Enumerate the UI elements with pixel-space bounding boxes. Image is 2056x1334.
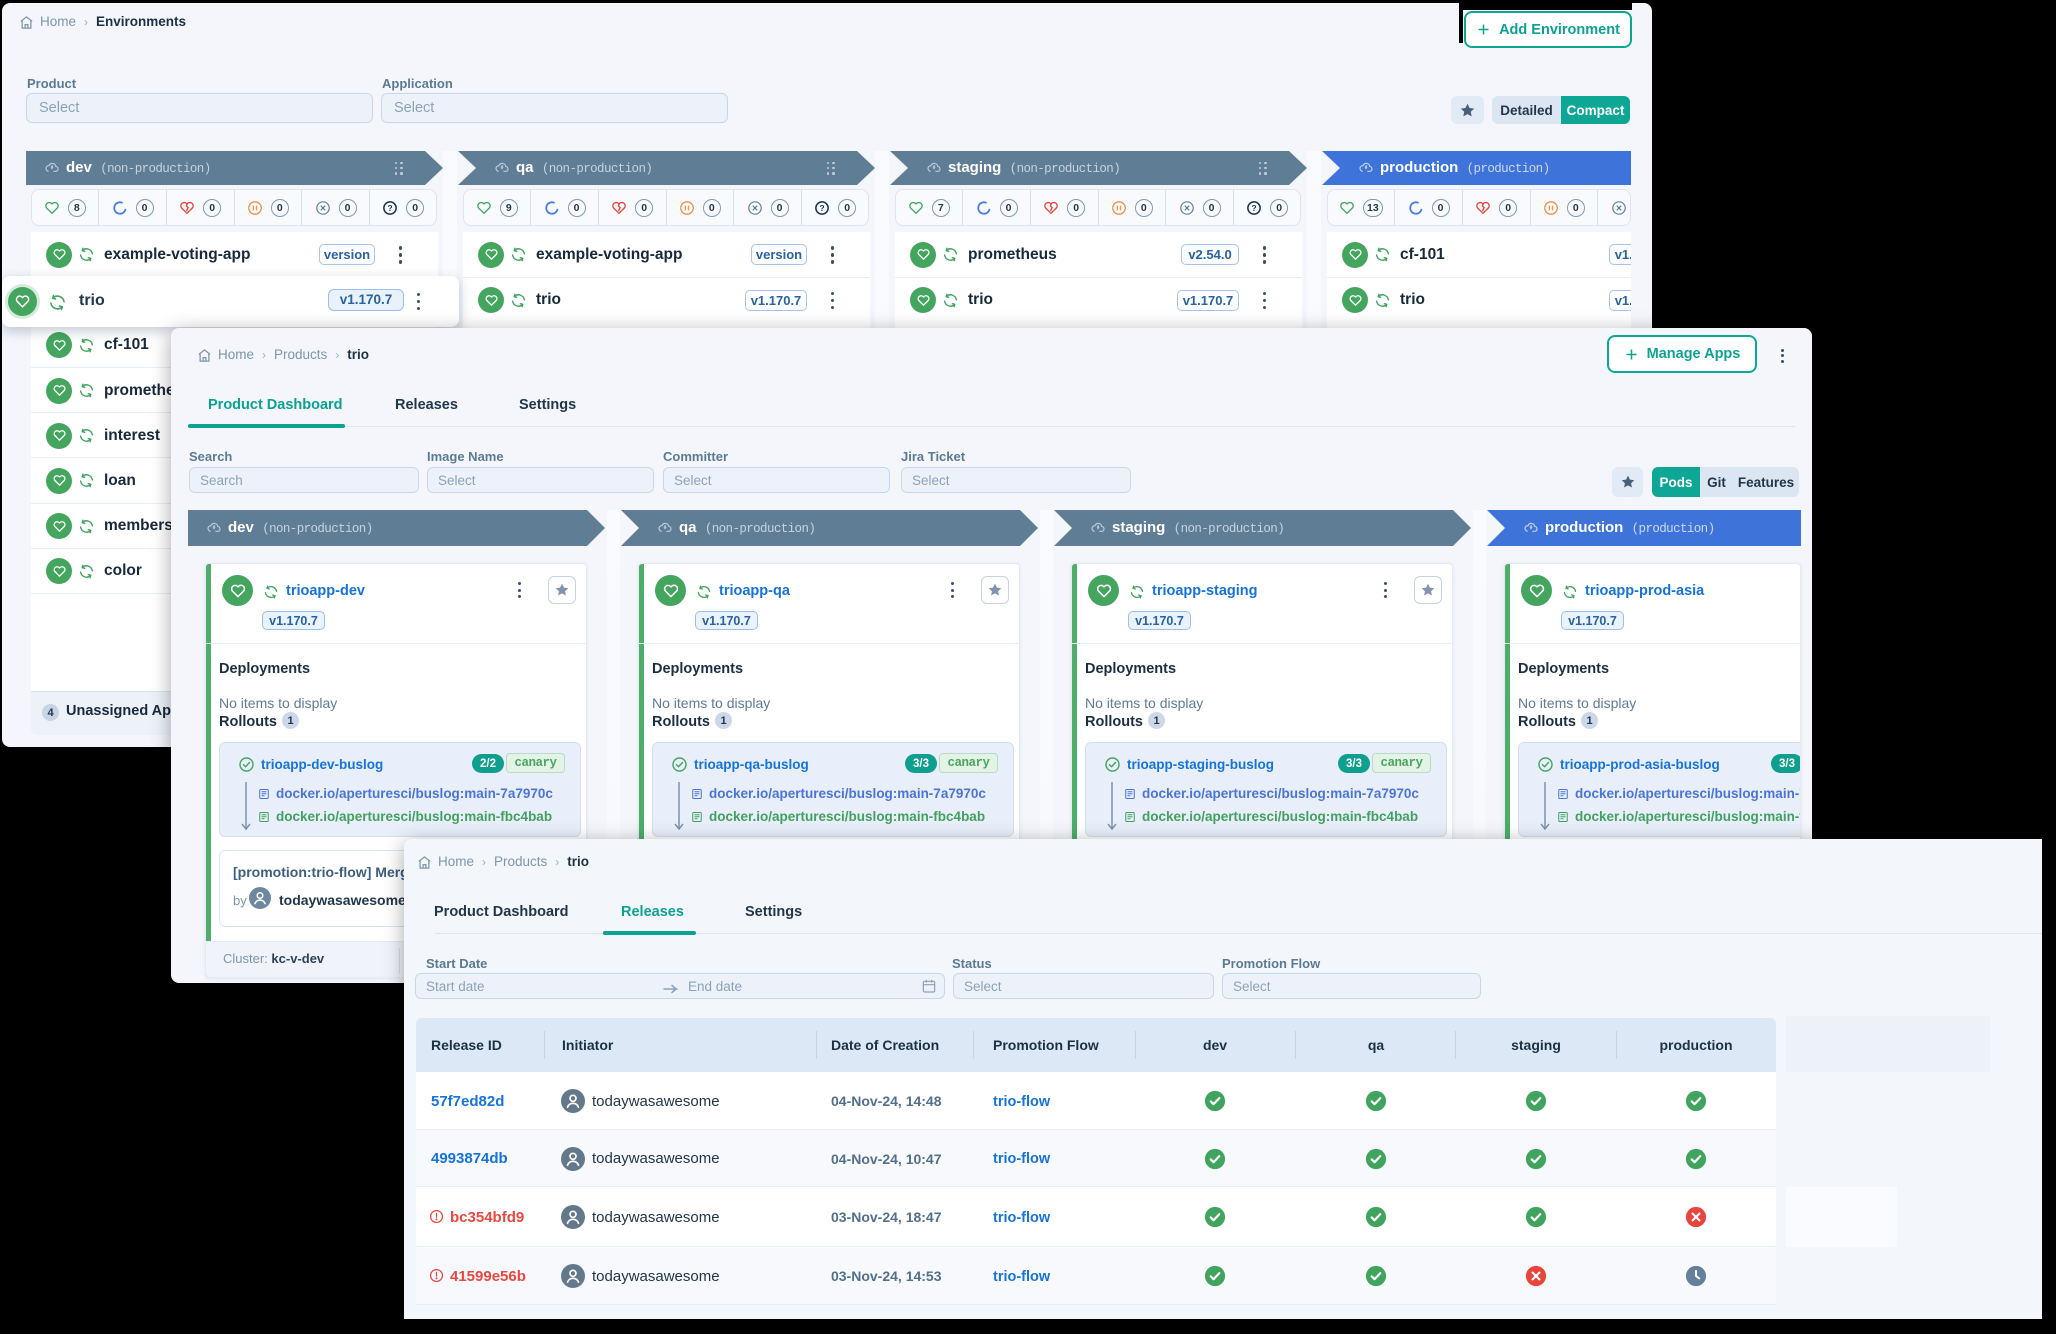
svg-text:?: ? xyxy=(388,202,393,212)
svg-text:?: ? xyxy=(820,202,825,212)
svg-text:?: ? xyxy=(1252,202,1257,212)
